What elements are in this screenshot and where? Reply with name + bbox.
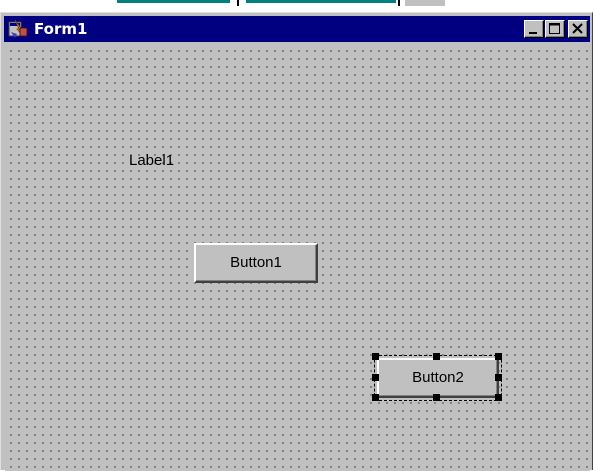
window-title: Form1: [34, 20, 88, 38]
maximize-icon: [549, 23, 560, 34]
strip-divider: [237, 0, 239, 6]
form-window: Form1 Label1 Button1 Button2: [0, 12, 593, 471]
resize-handle-bottom-right[interactable]: [495, 394, 502, 401]
background-window-strip: [0, 0, 593, 13]
resize-handle-top-right[interactable]: [495, 353, 502, 360]
delphi-form-icon[interactable]: [7, 18, 29, 40]
resize-handle-top[interactable]: [433, 353, 440, 360]
minimize-icon: [529, 32, 537, 34]
resize-handle-top-left[interactable]: [372, 353, 379, 360]
resize-handle-right[interactable]: [495, 374, 502, 381]
title-bar[interactable]: Form1: [4, 16, 590, 42]
resize-handle-bottom[interactable]: [433, 394, 440, 401]
minimize-button[interactable]: [524, 20, 544, 38]
strip-segment: [117, 0, 230, 3]
close-icon: [572, 23, 583, 34]
strip-segment: [246, 0, 396, 3]
resize-handle-bottom-left[interactable]: [372, 394, 379, 401]
button1[interactable]: Button1: [194, 243, 318, 283]
maximize-button[interactable]: [545, 20, 565, 38]
form-designer-surface[interactable]: Label1 Button1 Button2: [5, 45, 590, 471]
label1[interactable]: Label1: [129, 152, 174, 170]
button2[interactable]: Button2: [377, 358, 499, 398]
strip-segment: [405, 0, 445, 6]
resize-handle-left[interactable]: [372, 374, 379, 381]
strip-divider: [398, 0, 400, 6]
close-button[interactable]: [568, 20, 588, 38]
